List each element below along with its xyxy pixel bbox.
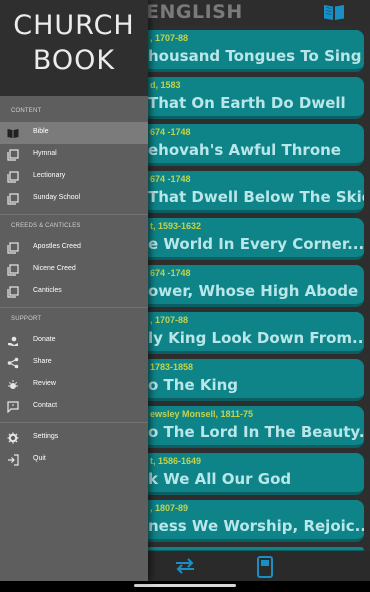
drawer-item-label: Sunday School	[33, 194, 81, 201]
library-books-icon	[7, 286, 19, 298]
divider	[0, 422, 148, 423]
drawer-item-hymnal[interactable]: Hymnal	[0, 144, 148, 166]
hymn-author: , 1707-88	[150, 315, 189, 325]
drawer-item-label: Donate	[33, 336, 56, 343]
drawer-item-apostles-creed[interactable]: Apostles Creed	[0, 237, 148, 259]
app-screen: ENGLISH , 1707-88 housand Tongues To Sin…	[0, 0, 370, 592]
hymn-title: k We All Our God	[148, 470, 292, 488]
hymn-author: t, 1586-1649	[150, 456, 202, 466]
hymn-card[interactable]: t, 1586-1649 k We All Our God	[120, 453, 364, 495]
logo-line-1: CHURCH	[13, 10, 135, 41]
drawer-item-lectionary[interactable]: Lectionary	[0, 166, 148, 188]
hymn-card[interactable]: , 1807-89 ness We Worship, Rejoic...	[120, 500, 364, 542]
feedback-icon	[7, 401, 19, 413]
library-books-icon	[7, 193, 19, 205]
system-nav-bar	[0, 581, 370, 592]
hymn-author: d, 1583	[150, 80, 181, 90]
drawer-item-label: Lectionary	[33, 172, 66, 179]
drawer-item-sunday-school[interactable]: Sunday School	[0, 188, 148, 210]
library-books-icon	[7, 242, 19, 254]
hymn-author: 1783-1858	[150, 362, 194, 372]
hymn-author: t, 1593-1632	[150, 221, 202, 231]
hymn-card[interactable]: d, 1583 That On Earth Do Dwell	[120, 77, 364, 119]
drawer-item-label: Share	[33, 358, 52, 365]
hymn-card[interactable]: , 1707-88 housand Tongues To Sing	[120, 30, 364, 72]
library-books-icon	[7, 264, 19, 276]
hymn-author: , 1707-88	[150, 33, 189, 43]
drawer-item-nicene-creed[interactable]: Nicene Creed	[0, 259, 148, 281]
logo-line-2: BOOK	[32, 45, 116, 76]
drawer-item-share[interactable]: Share	[0, 352, 148, 374]
library-books-icon	[7, 171, 19, 183]
drawer-header: CHURCH BOOK	[0, 0, 148, 96]
drawer-item-settings[interactable]: Settings	[0, 427, 148, 449]
brightness-star-icon	[8, 380, 18, 389]
drawer-item-contact[interactable]: Contact	[0, 396, 148, 418]
hymn-author: 674 -1748	[150, 174, 191, 184]
hymn-card[interactable]: 674 -1748 ehovah's Awful Throne	[120, 124, 364, 166]
drawer-item-quit[interactable]: Quit	[0, 449, 148, 471]
drawer-item-label: Hymnal	[33, 150, 57, 157]
hymn-author: , 1807-89	[150, 503, 189, 513]
page-title: ENGLISH	[146, 1, 243, 23]
hymn-title: e World In Every Corner...	[148, 235, 364, 253]
hymn-title: ly King Look Down From...	[148, 329, 364, 347]
hymn-title: o The King	[148, 376, 239, 394]
share-icon	[7, 357, 19, 369]
divider	[0, 307, 148, 308]
hymn-card[interactable]: 674 -1748 ower, Whose High Abode	[120, 265, 364, 307]
hymn-title: o The Lord In The Beauty...	[148, 423, 364, 441]
book-open-icon	[7, 129, 19, 138]
hymn-title: That Dwell Below The Skies	[148, 188, 364, 206]
drawer-item-label: Contact	[33, 402, 58, 409]
exit-icon	[8, 454, 19, 466]
drawer-item-bible[interactable]: Bible	[0, 122, 148, 144]
donate-hand-icon	[8, 336, 18, 346]
hymn-title: ness We Worship, Rejoic...	[148, 517, 364, 535]
drawer-item-label: Nicene Creed	[33, 265, 76, 272]
book-icon[interactable]	[256, 556, 274, 578]
app-logo: CHURCH BOOK	[0, 8, 148, 78]
hymn-card[interactable]: 1783-1858 o The King	[120, 359, 364, 401]
drawer-item-label: Bible	[33, 128, 49, 135]
gear-icon	[7, 432, 19, 444]
hymn-card[interactable]: ewsley Monsell, 1811-75 o The Lord In Th…	[120, 406, 364, 448]
hymn-title: ehovah's Awful Throne	[148, 141, 341, 159]
section-label-support: SUPPORT	[11, 316, 42, 322]
swap-arrows-icon[interactable]	[174, 557, 196, 575]
drawer-item-review[interactable]: Review	[0, 374, 148, 396]
book-open-icon[interactable]	[323, 3, 345, 21]
navigation-drawer: CHURCH BOOK CONTENT Bible Hymnal Lection…	[0, 0, 148, 581]
hymn-author: 674 -1748	[150, 127, 191, 137]
hymn-card[interactable]: 674 -1748 That Dwell Below The Skies	[120, 171, 364, 213]
hymn-card[interactable]: , 1707-88 ly King Look Down From...	[120, 312, 364, 354]
drawer-item-label: Settings	[33, 433, 59, 440]
hymn-title: That On Earth Do Dwell	[148, 94, 346, 112]
drawer-item-canticles[interactable]: Canticles	[0, 281, 148, 303]
hymn-title: housand Tongues To Sing	[148, 47, 362, 65]
section-label-creeds: CREEDS & CANTICLES	[11, 223, 81, 229]
hymn-author: ewsley Monsell, 1811-75	[150, 409, 254, 419]
drawer-item-donate[interactable]: Donate	[0, 330, 148, 352]
drawer-item-label: Canticles	[33, 287, 62, 294]
divider	[0, 214, 148, 215]
hymn-title: ower, Whose High Abode	[148, 282, 359, 300]
home-gesture-handle[interactable]	[134, 584, 236, 587]
drawer-item-label: Review	[33, 380, 56, 387]
drawer-item-label: Apostles Creed	[33, 243, 81, 250]
library-books-icon	[7, 149, 19, 161]
hymn-author: 674 -1748	[150, 268, 191, 278]
section-label-content: CONTENT	[11, 108, 42, 114]
drawer-item-label: Quit	[33, 455, 46, 462]
hymn-card[interactable]: t, 1593-1632 e World In Every Corner...	[120, 218, 364, 260]
